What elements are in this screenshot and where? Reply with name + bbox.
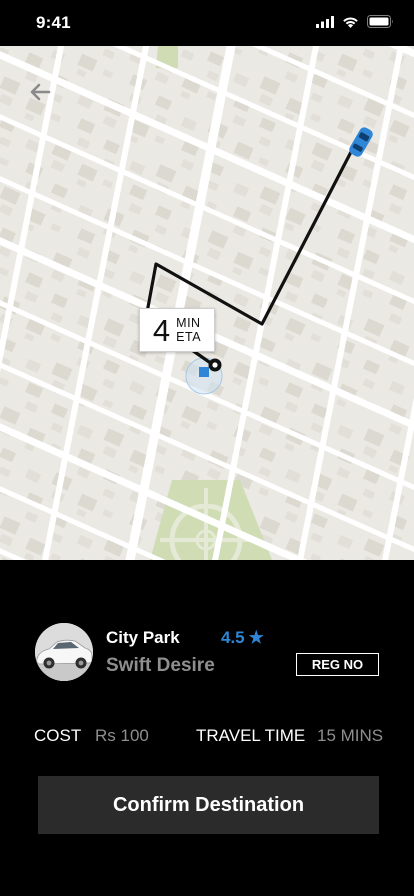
map-canvas [0, 46, 414, 560]
destination-name: City Park [106, 628, 180, 647]
map-view[interactable]: 4 MIN ETA [0, 46, 414, 560]
ride-confirm-screen: 9:41 4 MIN ETA City Park Swift Desire 4.… [0, 0, 414, 896]
pickup-point-marker [208, 358, 222, 372]
driver-rating: 4.5 ★ [221, 628, 264, 648]
battery-icon [367, 15, 394, 33]
cost-value: Rs 100 [95, 726, 149, 745]
status-bar: 9:41 [0, 0, 414, 46]
arrow-left-icon [30, 83, 51, 101]
eta-label: 4 MIN ETA [139, 308, 215, 352]
cost-label: COST [34, 726, 82, 745]
ride-details-panel: City Park Swift Desire 4.5 ★ REG NO COST… [0, 560, 414, 896]
car-model: Swift Desire [106, 655, 215, 676]
car-photo [35, 623, 93, 681]
rating-value: 4.5 [221, 628, 245, 647]
status-icons [316, 15, 394, 33]
eta-number: 4 [152, 312, 171, 348]
back-button[interactable] [24, 76, 56, 108]
status-time: 9:41 [36, 13, 71, 32]
signal-icon [316, 15, 334, 33]
eta-unit-eta: ETA [176, 330, 202, 344]
eta-units: MIN ETA [176, 316, 201, 344]
car-photo-icon [35, 623, 93, 681]
travel-time-label: TRAVEL TIME [196, 726, 306, 745]
star-icon: ★ [248, 628, 264, 647]
confirm-destination-button[interactable]: Confirm Destination [38, 776, 379, 834]
reg-no-badge: REG NO [296, 653, 379, 676]
travel-time-value: 15 MINS [317, 726, 384, 745]
wifi-icon [342, 15, 359, 33]
eta-unit-min: MIN [176, 316, 201, 330]
